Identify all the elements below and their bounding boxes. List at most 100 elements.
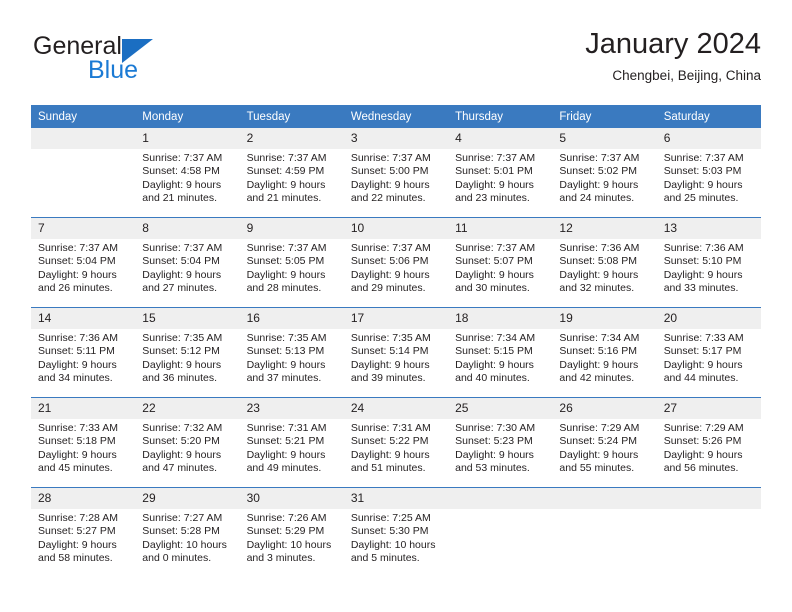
calendar-day-cell[interactable]: 20 Sunrise: 7:33 AM Sunset: 5:17 PM Dayligh… (656, 307, 761, 398)
day-sun-info: Sunrise: 7:35 AM Sunset: 5:13 PM Daylight:… (240, 329, 344, 385)
sunrise-text: Sunrise: 7:37 AM (663, 152, 744, 164)
calendar-day-cell[interactable]: 10 Sunrise: 7:37 AM Sunset: 5:06 PM Dayligh… (343, 217, 449, 308)
calendar-day-cell[interactable]: 4 Sunrise: 7:37 AM Sunset: 5:01 PM Daylight… (448, 128, 553, 218)
day-sun-info: Sunrise: 7:29 AM Sunset: 5:26 PM Daylight:… (657, 419, 761, 475)
calendar-day-cell[interactable]: 28 Sunrise: 7:28 AM Sunset: 5:27 PM Dayligh… (31, 487, 136, 577)
day-number: 9 (239, 218, 344, 239)
sunrise-text: Sunrise: 7:29 AM (559, 422, 640, 434)
sunset-text: Sunset: 5:28 PM (142, 525, 220, 538)
sunset-text: Sunset: 5:22 PM (350, 435, 429, 448)
day-number: 23 (239, 398, 344, 419)
daylight-text-line2: and 24 minutes. (559, 191, 635, 204)
daylight-text-line1: Daylight: 9 hours (38, 538, 117, 551)
calendar-day-cell[interactable]: 15 Sunrise: 7:35 AM Sunset: 5:12 PM Dayligh… (135, 307, 240, 398)
calendar-day-cell[interactable]: 29 Sunrise: 7:27 AM Sunset: 5:28 PM Dayligh… (135, 487, 240, 577)
daylight-text-line1: Daylight: 9 hours (455, 358, 534, 371)
calendar-day-cell[interactable]: 31 Sunrise: 7:25 AM Sunset: 5:30 PM Dayligh… (343, 487, 449, 577)
weekday-header-saturday: Saturday (656, 105, 761, 128)
calendar-day-cell[interactable]: 6 Sunrise: 7:37 AM Sunset: 5:03 PM Daylight… (656, 128, 761, 218)
calendar-day-cell[interactable]: 8 Sunrise: 7:37 AM Sunset: 5:04 PM Daylight… (135, 217, 240, 308)
daylight-text-line1: Daylight: 9 hours (38, 448, 117, 461)
sunrise-text: Sunrise: 7:37 AM (142, 242, 223, 254)
daylight-text-line2: and 21 minutes. (246, 191, 322, 204)
calendar-day-cell[interactable]: 12 Sunrise: 7:36 AM Sunset: 5:08 PM Dayligh… (552, 217, 657, 308)
daylight-text-line2: and 3 minutes. (246, 551, 316, 564)
calendar-grid: Sunday Monday Tuesday Wednesday Thursday… (31, 105, 761, 577)
day-number: 16 (239, 308, 344, 329)
day-number: 21 (31, 398, 136, 419)
page-header: General Blue January 2024 Chengbei, Beij… (31, 26, 761, 94)
general-blue-logo[interactable]: General Blue (31, 32, 261, 94)
calendar-day-cell[interactable]: 19 Sunrise: 7:34 AM Sunset: 5:16 PM Dayligh… (552, 307, 657, 398)
day-sun-info: Sunrise: 7:36 AM Sunset: 5:11 PM Daylight:… (31, 329, 135, 385)
calendar-day-cell[interactable]: 5 Sunrise: 7:37 AM Sunset: 5:02 PM Daylight… (552, 128, 657, 218)
day-sun-info: Sunrise: 7:31 AM Sunset: 5:22 PM Daylight:… (344, 419, 448, 475)
calendar-day-cell[interactable]: 16 Sunrise: 7:35 AM Sunset: 5:13 PM Dayligh… (239, 307, 344, 398)
calendar-day-cell[interactable]: 11 Sunrise: 7:37 AM Sunset: 5:07 PM Dayligh… (448, 217, 553, 308)
calendar-day-cell[interactable]: 21 Sunrise: 7:33 AM Sunset: 5:18 PM Dayligh… (31, 397, 136, 488)
weekday-header-row: Sunday Monday Tuesday Wednesday Thursday… (31, 105, 761, 128)
sunset-text: Sunset: 5:00 PM (350, 165, 429, 178)
calendar-day-cell[interactable]: 27 Sunrise: 7:29 AM Sunset: 5:26 PM Dayligh… (656, 397, 761, 488)
daylight-text-line2: and 53 minutes. (455, 461, 530, 474)
day-sun-info: Sunrise: 7:34 AM Sunset: 5:15 PM Daylight:… (448, 329, 552, 385)
day-number: 5 (552, 128, 657, 149)
daylight-text-line2: and 26 minutes. (38, 281, 113, 294)
page-title: January 2024 (585, 28, 761, 60)
calendar-day-cell[interactable]: 1 Sunrise: 7:37 AM Sunset: 4:58 PM Daylight… (135, 128, 240, 218)
calendar-day-cell[interactable]: 3 Sunrise: 7:37 AM Sunset: 5:00 PM Daylight… (343, 128, 449, 218)
sunrise-text: Sunrise: 7:33 AM (663, 332, 744, 344)
sunset-text: Sunset: 5:23 PM (455, 435, 533, 448)
weekday-header-monday: Monday (135, 105, 240, 128)
day-sun-info: Sunrise: 7:27 AM Sunset: 5:28 PM Daylight:… (135, 509, 239, 565)
day-sun-info: Sunrise: 7:37 AM Sunset: 5:00 PM Daylight:… (344, 149, 448, 205)
daylight-text-line1: Daylight: 9 hours (559, 448, 639, 461)
day-sun-info: Sunrise: 7:26 AM Sunset: 5:29 PM Daylight:… (240, 509, 344, 565)
calendar-day-cell[interactable]: 17 Sunrise: 7:35 AM Sunset: 5:14 PM Dayligh… (343, 307, 449, 398)
calendar-day-cell[interactable]: 25 Sunrise: 7:30 AM Sunset: 5:23 PM Dayligh… (448, 397, 553, 488)
day-sun-info: Sunrise: 7:37 AM Sunset: 5:07 PM Daylight:… (448, 239, 552, 295)
day-number: 25 (448, 398, 553, 419)
sunrise-text: Sunrise: 7:37 AM (350, 152, 431, 164)
calendar-day-cell[interactable]: 14 Sunrise: 7:36 AM Sunset: 5:11 PM Dayligh… (31, 307, 136, 398)
day-sun-info: Sunrise: 7:32 AM Sunset: 5:20 PM Daylight:… (135, 419, 239, 475)
day-sun-info: Sunrise: 7:37 AM Sunset: 4:59 PM Daylight:… (240, 149, 344, 205)
calendar-day-cell[interactable]: 18 Sunrise: 7:34 AM Sunset: 5:15 PM Dayligh… (448, 307, 553, 398)
day-number (552, 488, 657, 509)
daylight-text-line1: Daylight: 10 hours (350, 538, 436, 551)
sunrise-text: Sunrise: 7:37 AM (559, 152, 640, 164)
daylight-text-line2: and 36 minutes. (142, 371, 217, 384)
sunrise-text: Sunrise: 7:26 AM (246, 512, 327, 524)
sunset-text: Sunset: 5:18 PM (38, 435, 116, 448)
sunset-text: Sunset: 4:58 PM (142, 165, 220, 178)
calendar-day-cell[interactable]: 7 Sunrise: 7:37 AM Sunset: 5:04 PM Daylight… (31, 217, 136, 308)
day-sun-info: Sunrise: 7:35 AM Sunset: 5:12 PM Daylight:… (135, 329, 239, 385)
day-number: 30 (239, 488, 344, 509)
title-block: January 2024 Chengbei, Beijing, China (585, 26, 761, 85)
sunrise-text: Sunrise: 7:25 AM (350, 512, 431, 524)
calendar-day-cell-empty (448, 487, 553, 577)
calendar-day-cell[interactable]: 24 Sunrise: 7:31 AM Sunset: 5:22 PM Dayligh… (343, 397, 449, 488)
calendar-day-cell[interactable]: 13 Sunrise: 7:36 AM Sunset: 5:10 PM Dayligh… (656, 217, 761, 308)
calendar-day-cell[interactable]: 26 Sunrise: 7:29 AM Sunset: 5:24 PM Dayligh… (552, 397, 657, 488)
calendar-day-cell[interactable]: 22 Sunrise: 7:32 AM Sunset: 5:20 PM Dayligh… (135, 397, 240, 488)
day-sun-info: Sunrise: 7:34 AM Sunset: 5:16 PM Daylight:… (552, 329, 656, 385)
daylight-text-line1: Daylight: 10 hours (142, 538, 227, 551)
day-sun-info: Sunrise: 7:33 AM Sunset: 5:17 PM Daylight:… (657, 329, 761, 385)
calendar-day-cell[interactable]: 30 Sunrise: 7:26 AM Sunset: 5:29 PM Dayligh… (239, 487, 344, 577)
daylight-text-line1: Daylight: 9 hours (455, 178, 534, 191)
daylight-text-line2: and 27 minutes. (142, 281, 217, 294)
sunset-text: Sunset: 5:14 PM (350, 345, 429, 358)
calendar-day-cell[interactable]: 23 Sunrise: 7:31 AM Sunset: 5:21 PM Dayligh… (239, 397, 344, 488)
daylight-text-line2: and 22 minutes. (350, 191, 426, 204)
day-number (656, 488, 761, 509)
daylight-text-line1: Daylight: 9 hours (663, 268, 743, 281)
daylight-text-line1: Daylight: 9 hours (350, 178, 430, 191)
daylight-text-line1: Daylight: 10 hours (246, 538, 332, 551)
calendar-day-cell[interactable]: 9 Sunrise: 7:37 AM Sunset: 5:05 PM Daylight… (239, 217, 344, 308)
daylight-text-line1: Daylight: 9 hours (38, 358, 117, 371)
day-number: 15 (135, 308, 240, 329)
calendar-week-row: 7 Sunrise: 7:37 AM Sunset: 5:04 PM Daylight… (31, 217, 761, 308)
sunset-text: Sunset: 5:07 PM (455, 255, 533, 268)
calendar-day-cell[interactable]: 2 Sunrise: 7:37 AM Sunset: 4:59 PM Daylight… (239, 128, 344, 218)
